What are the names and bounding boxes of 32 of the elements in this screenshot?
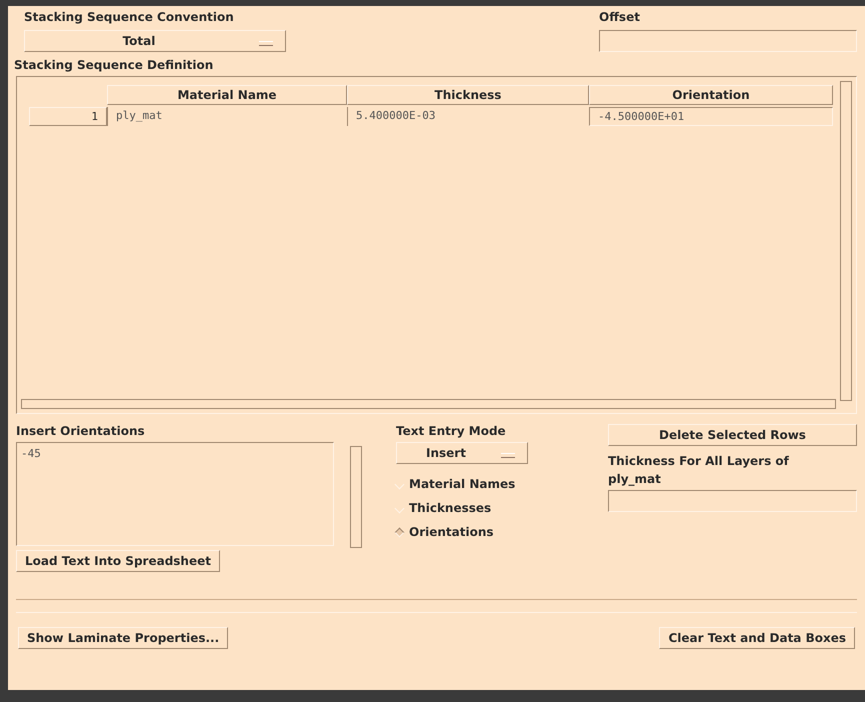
material-name: ply_mat	[608, 472, 662, 486]
load-text-button[interactable]: Load Text Into Spreadsheet	[16, 550, 220, 572]
radio-option[interactable]: Thicknesses	[396, 496, 608, 520]
vertical-scrollbar[interactable]	[840, 81, 852, 401]
row-number[interactable]: 1	[29, 107, 107, 126]
radio-option[interactable]: Orientations	[396, 520, 608, 544]
table-cell[interactable]: ply_mat	[107, 107, 347, 126]
text-area-value: -45	[21, 447, 41, 460]
thickness-field[interactable]	[608, 490, 857, 512]
table-cell[interactable]: 5.400000E-03	[347, 107, 589, 126]
dropdown-icon	[259, 41, 273, 46]
thickness-label: Thickness For All Layers of	[608, 454, 790, 468]
column-header[interactable]: Material Name	[107, 85, 347, 105]
orientation-text-area[interactable]: -45	[16, 442, 334, 546]
table-cell[interactable]: -4.500000E+01	[589, 107, 833, 126]
offset-label: Offset	[599, 10, 641, 24]
column-header[interactable]: Thickness	[347, 85, 589, 105]
horizontal-scrollbar[interactable]	[21, 399, 836, 409]
show-properties-button[interactable]: Show Laminate Properties...	[18, 627, 228, 649]
dropdown-icon	[501, 453, 515, 458]
delete-rows-button[interactable]: Delete Selected Rows	[608, 424, 857, 446]
convention-label: Stacking Sequence Convention	[24, 10, 235, 24]
convention-dropdown[interactable]: Total	[24, 30, 286, 52]
mode-label: Text Entry Mode	[396, 424, 507, 438]
mode-dropdown[interactable]: Insert	[396, 442, 528, 464]
column-header[interactable]: Orientation	[589, 85, 833, 105]
definition-label: Stacking Sequence Definition	[14, 58, 214, 72]
insert-label: Insert Orientations	[16, 424, 146, 438]
clear-boxes-button[interactable]: Clear Text and Data Boxes	[659, 627, 855, 649]
radio-option[interactable]: Material Names	[396, 472, 608, 496]
offset-field[interactable]	[599, 30, 857, 52]
text-scrollbar[interactable]	[350, 446, 362, 548]
